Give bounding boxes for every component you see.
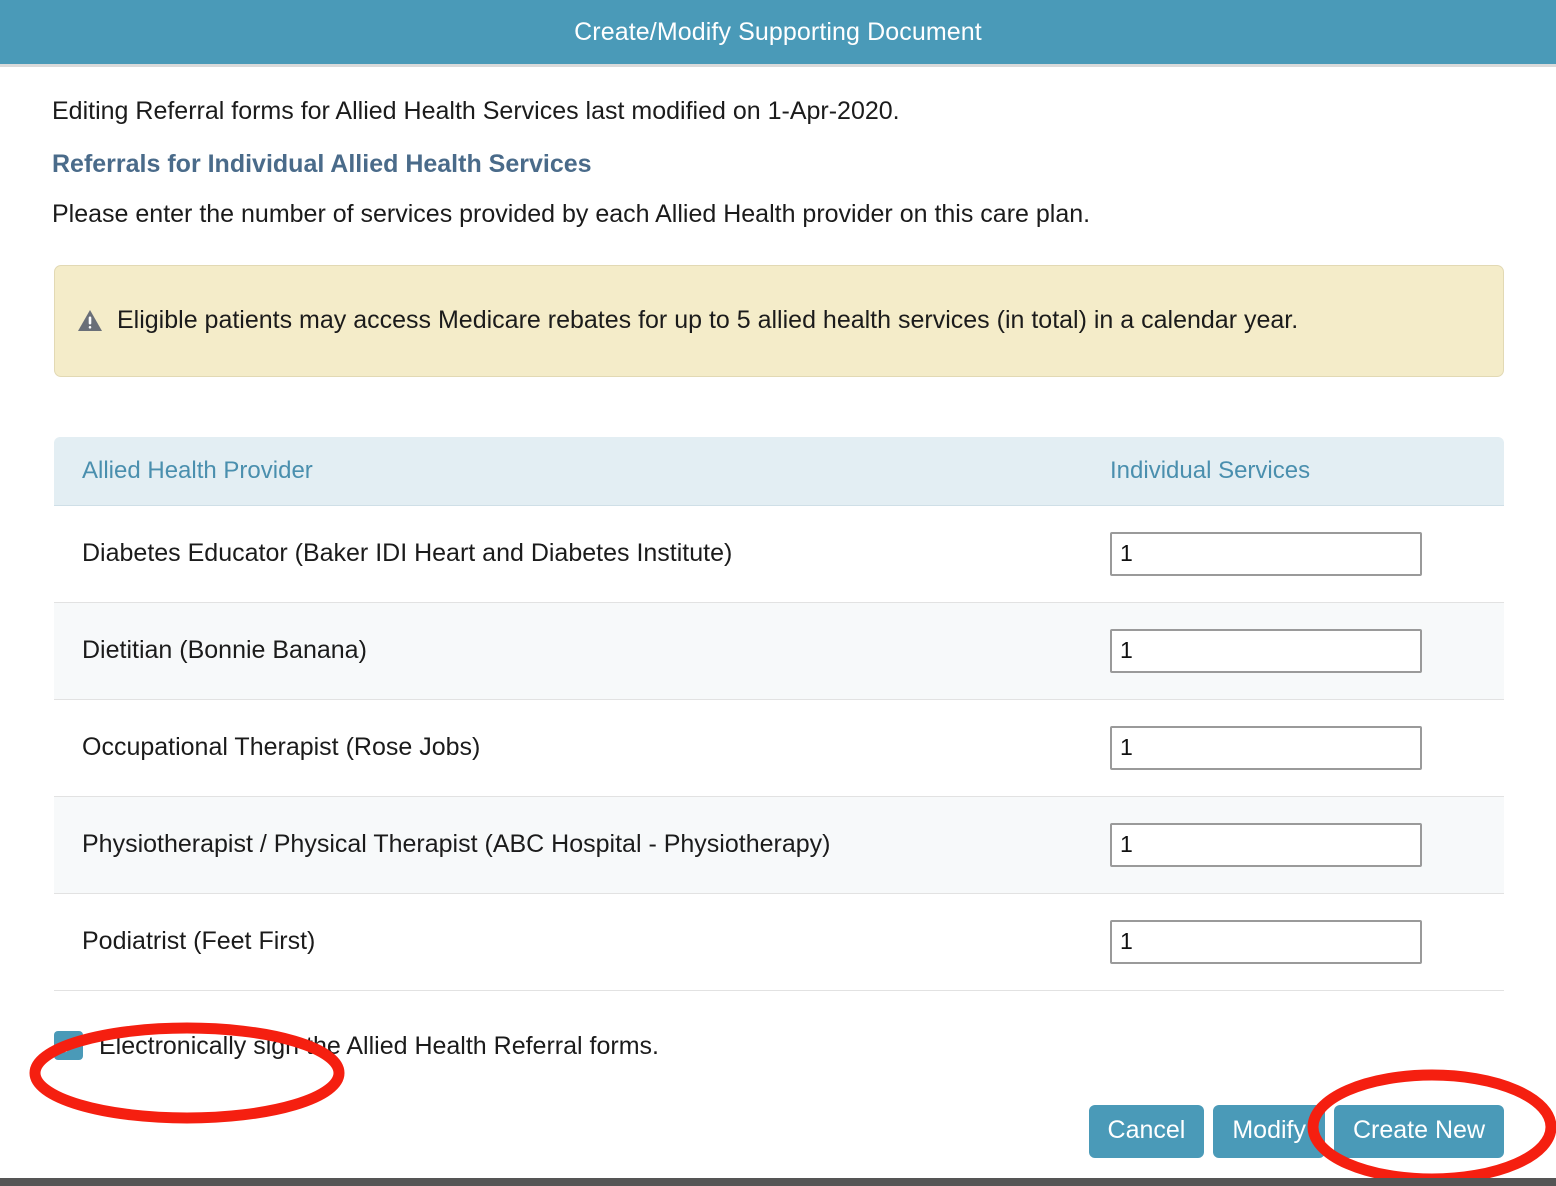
allied-health-providers-table-wrap: Allied Health Provider Individual Servic… — [54, 436, 1504, 991]
column-header-individual-services: Individual Services — [1082, 436, 1504, 506]
electronically-sign-row[interactable]: Electronically sign the Allied Health Re… — [54, 1026, 1556, 1066]
table-row: Podiatrist (Feet First) — [54, 893, 1504, 990]
warning-triangle-icon — [78, 309, 102, 331]
provider-name-cell: Diabetes Educator (Baker IDI Heart and D… — [54, 505, 1082, 603]
modify-button[interactable]: Modify — [1213, 1105, 1325, 1158]
table-body: Diabetes Educator (Baker IDI Heart and D… — [54, 505, 1504, 990]
editing-info-text: Editing Referral forms for Allied Health… — [52, 97, 900, 125]
column-header-provider: Allied Health Provider — [54, 436, 1082, 506]
provider-name-cell: Dietitian (Bonnie Banana) — [54, 602, 1082, 700]
table-header-row: Allied Health Provider Individual Servic… — [54, 436, 1504, 506]
warning-message: Eligible patients may access Medicare re… — [117, 305, 1299, 334]
table-row: Physiotherapist / Physical Therapist (AB… — [54, 796, 1504, 894]
dialog-action-buttons: Cancel Modify Create New — [1088, 1105, 1504, 1158]
services-input-cell — [1082, 796, 1504, 894]
table-header: Allied Health Provider Individual Servic… — [54, 436, 1504, 506]
table-bottom-divider — [54, 989, 1504, 991]
table-row: Occupational Therapist (Rose Jobs) — [54, 699, 1504, 797]
section-heading: Referrals for Individual Allied Health S… — [52, 150, 592, 179]
table-row: Dietitian (Bonnie Banana) — [54, 602, 1504, 700]
electronically-sign-checkbox[interactable] — [54, 1031, 83, 1060]
allied-health-providers-table: Allied Health Provider Individual Servic… — [54, 436, 1504, 990]
cancel-button[interactable]: Cancel — [1088, 1105, 1205, 1158]
dialog-title-bar: Create/Modify Supporting Document — [0, 0, 1556, 67]
services-input[interactable] — [1110, 822, 1422, 867]
services-input-cell — [1082, 699, 1504, 797]
services-input[interactable] — [1110, 725, 1422, 770]
electronically-sign-label: Electronically sign the Allied Health Re… — [99, 1031, 659, 1060]
provider-name-cell: Podiatrist (Feet First) — [54, 893, 1082, 990]
create-new-button[interactable]: Create New — [1334, 1105, 1504, 1158]
services-input[interactable] — [1110, 628, 1422, 673]
services-input-cell — [1082, 893, 1504, 990]
page-title: Create/Modify Supporting Document — [574, 17, 982, 46]
services-input-cell — [1082, 602, 1504, 700]
checkmark-icon — [59, 1038, 78, 1052]
services-input[interactable] — [1110, 531, 1422, 576]
provider-name-cell: Physiotherapist / Physical Therapist (AB… — [54, 796, 1082, 894]
table-row: Diabetes Educator (Baker IDI Heart and D… — [54, 505, 1504, 603]
provider-name-cell: Occupational Therapist (Rose Jobs) — [54, 699, 1082, 797]
services-input[interactable] — [1110, 919, 1422, 964]
create-modify-supporting-document-dialog: Create/Modify Supporting Document Editin… — [0, 0, 1556, 1186]
dialog-body: Editing Referral forms for Allied Health… — [0, 70, 1556, 1066]
instruction-text: Please enter the number of services prov… — [52, 200, 1091, 229]
footer-bar — [0, 1178, 1556, 1186]
services-input-cell — [1082, 505, 1504, 603]
medicare-warning-callout: Eligible patients may access Medicare re… — [54, 264, 1504, 377]
